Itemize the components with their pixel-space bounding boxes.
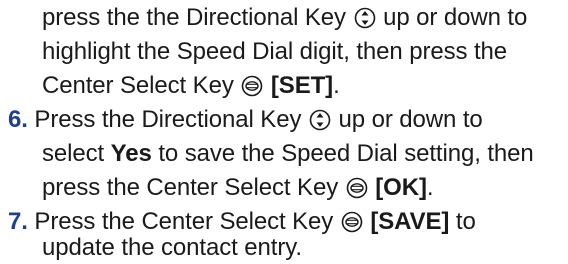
text: update the contact entry.	[42, 234, 302, 261]
continued-line-1: press the the Directional Key up or down…	[42, 2, 527, 34]
step-7-line-2: update the contact entry.	[42, 232, 302, 264]
text: Center Select Key	[42, 72, 241, 99]
text: up or down to	[331, 106, 483, 133]
text	[264, 72, 271, 99]
directional-key-icon	[309, 109, 331, 131]
continued-line-3: Center Select Key [SET].	[42, 70, 340, 102]
instruction-page: press the the Directional Key up or down…	[0, 0, 568, 261]
continued-line-2: highlight the Speed Dial digit, then pre…	[42, 36, 507, 68]
center-select-key-icon	[341, 211, 363, 233]
text: .	[333, 72, 340, 99]
text: Press the Directional Key	[34, 106, 308, 133]
step-6-line-2: select Yes to save the Speed Dial settin…	[42, 138, 534, 170]
text: select	[42, 140, 111, 167]
step-6-line-1: 6. Press the Directional Key up or down …	[8, 104, 483, 136]
step-number: 6.	[8, 106, 28, 133]
text: .	[426, 174, 434, 201]
text: press the Center Select Key	[42, 174, 345, 201]
softkey-label-save: [SAVE]	[370, 208, 450, 235]
directional-key-icon	[354, 7, 376, 29]
text: to save the Speed Dial setting, then	[151, 140, 534, 167]
center-select-key-icon	[346, 177, 368, 199]
text: highlight the Speed Dial digit, then pre…	[42, 38, 508, 65]
step-number: 7.	[8, 208, 28, 235]
softkey-label-set: [SET]	[270, 72, 334, 99]
step-6-line-3: press the Center Select Key [OK].	[42, 172, 434, 204]
text: up or down to	[376, 4, 528, 31]
center-select-key-icon	[241, 75, 263, 97]
text: Press the Center Select Key	[34, 208, 340, 235]
text: to	[449, 208, 476, 235]
softkey-label-ok: [OK]	[375, 174, 427, 201]
text: press the the Directional Key	[42, 4, 353, 31]
option-yes: Yes	[110, 140, 152, 167]
